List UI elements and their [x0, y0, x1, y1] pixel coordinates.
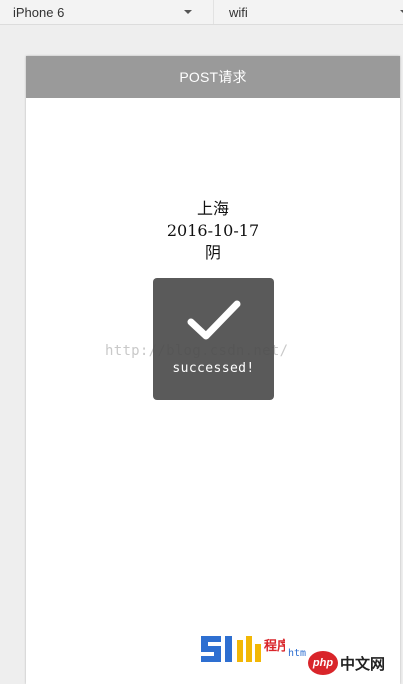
php-badge: php	[308, 651, 338, 675]
device-select[interactable]: iPhone 6	[0, 0, 205, 24]
weather-result: 上海 2016-10-17 阴	[113, 198, 313, 264]
success-toast: successed!	[153, 278, 274, 400]
network-throttle-select[interactable]: wifi	[213, 0, 403, 24]
site-logo-php: php 中文网	[308, 651, 398, 677]
logo-51-subtext: htm	[288, 648, 307, 659]
logo-51-chars: 程序	[264, 638, 285, 654]
phone-viewport: POST请求 上海 2016-10-17 阴 http://blog.csdn.…	[26, 56, 400, 684]
city-label: 上海	[196, 199, 229, 218]
date-label: 2016-10-17	[166, 221, 260, 240]
php-logo-text: 中文网	[340, 655, 386, 673]
device-select-value: iPhone 6	[13, 4, 65, 20]
network-select-value: wifi	[229, 4, 248, 20]
chevron-down-icon	[184, 10, 192, 14]
devtools-device-toolbar: iPhone 6 wifi	[0, 0, 403, 25]
toast-message: successed!	[172, 361, 255, 376]
page-title: POST请求	[179, 69, 247, 85]
weather-label: 阴	[204, 243, 221, 262]
app-header: POST请求	[26, 56, 400, 98]
checkmark-icon	[187, 300, 241, 340]
site-logo-51: 程序	[201, 636, 285, 662]
